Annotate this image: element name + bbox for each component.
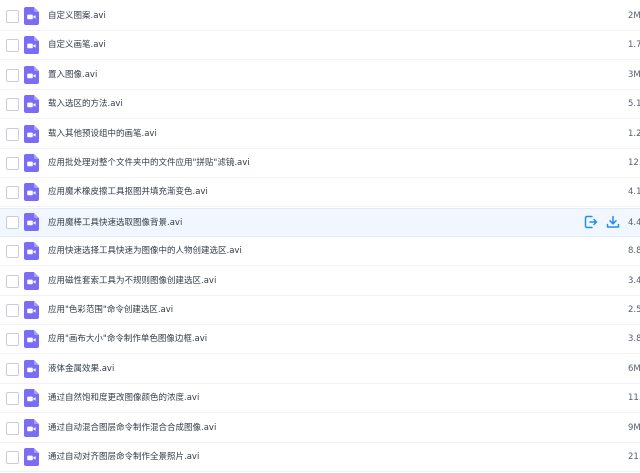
video-file-icon <box>24 448 39 466</box>
file-row[interactable]: 应用磁性套索工具为不规则图像创建选区.avi 3.4 <box>0 266 640 296</box>
file-name[interactable]: 自定义画笔.avi <box>48 31 106 60</box>
file-row[interactable]: 应用"画布大小"命令制作单色图像边框.avi 3.8 <box>0 325 640 355</box>
video-file-icon <box>24 359 39 378</box>
file-name[interactable]: 应用磁性套索工具为不规则图像创建选区.avi <box>48 267 216 296</box>
video-file-icon <box>24 95 39 114</box>
file-size: 1.7 <box>628 40 640 51</box>
file-name[interactable]: 应用"画布大小"命令制作单色图像边框.avi <box>48 325 207 354</box>
file-name[interactable]: 通过自然饱和度更改图像颜色的浓度.avi <box>48 384 199 413</box>
file-name[interactable]: 自定义图案.avi <box>48 2 106 31</box>
file-size: 3.8 <box>628 334 640 345</box>
video-file-icon <box>24 183 39 202</box>
row-checkbox[interactable] <box>6 333 19 347</box>
file-size: 8.8 <box>628 246 640 257</box>
file-size: 3M <box>628 69 640 80</box>
file-row[interactable]: 载入其他预设组中的画笔.avi 1.2 <box>0 119 640 149</box>
video-file-icon <box>24 389 39 408</box>
file-row[interactable]: 通过自动对齐图层命令制作全景照片.avi 21. <box>0 443 640 472</box>
file-name[interactable]: 应用批处理对整个文件夹中的文件应用"拼贴"滤镜.avi <box>48 149 250 178</box>
row-checkbox[interactable] <box>6 245 19 259</box>
file-size: 5.1 <box>628 99 640 110</box>
video-file-icon <box>24 242 39 261</box>
row-checkbox[interactable] <box>6 392 19 406</box>
file-row[interactable]: 液体金属效果.avi 6M <box>0 354 640 384</box>
file-name[interactable]: 载入其他预设组中的画笔.avi <box>48 120 157 149</box>
video-file-icon <box>24 124 39 143</box>
file-name[interactable]: 通过自动混合图层命令制作混合合成图像.avi <box>48 414 216 443</box>
file-name[interactable]: 应用快速选择工具快速为图像中的人物创建选区.avi <box>48 237 242 266</box>
video-file-icon <box>24 213 39 232</box>
row-checkbox[interactable] <box>6 451 19 464</box>
file-size: 9M <box>628 422 640 433</box>
file-size: 21. <box>628 452 640 462</box>
row-checkbox[interactable] <box>6 362 19 376</box>
row-checkbox[interactable] <box>6 127 19 141</box>
file-row[interactable]: 置入图像.avi 3M <box>0 60 640 90</box>
video-file-icon <box>24 7 39 25</box>
file-row[interactable]: 应用快速选择工具快速为图像中的人物创建选区.avi 8.8 <box>0 237 640 267</box>
row-checkbox[interactable] <box>6 98 19 112</box>
file-size: 4.1 <box>628 187 640 198</box>
file-name[interactable]: 应用"色彩范围"命令创建选区.avi <box>48 296 173 325</box>
share-icon[interactable] <box>584 215 598 229</box>
file-name[interactable]: 通过自动对齐图层命令制作全景照片.avi <box>48 443 199 472</box>
row-checkbox[interactable] <box>6 157 19 170</box>
file-row[interactable]: 自定义图案.avi 2M <box>0 2 640 31</box>
file-size: 11. <box>628 393 640 404</box>
file-row[interactable]: 应用魔术橡皮擦工具抠图并填充渐变色.avi 4.1 <box>0 178 640 208</box>
file-row[interactable]: 应用魔棒工具快速选取图像背景.avi 4.4 <box>0 207 640 238</box>
file-size: 6M <box>628 363 640 374</box>
file-name[interactable]: 载入选区的方法.avi <box>48 90 123 119</box>
row-checkbox[interactable] <box>6 216 19 230</box>
file-row[interactable]: 应用"色彩范围"命令创建选区.avi 2.5 <box>0 296 640 325</box>
row-checkbox[interactable] <box>6 304 19 317</box>
file-size: 4.4 <box>628 217 640 228</box>
file-size: 2M <box>628 11 640 21</box>
row-checkbox[interactable] <box>6 10 19 23</box>
file-size: 1.2 <box>628 128 640 139</box>
row-checkbox[interactable] <box>6 421 19 435</box>
row-checkbox[interactable] <box>6 68 19 82</box>
file-row[interactable]: 通过自然饱和度更改图像颜色的浓度.avi 11. <box>0 384 640 414</box>
file-row[interactable]: 载入选区的方法.avi 5.1 <box>0 90 640 120</box>
file-size: 2.5 <box>628 305 640 315</box>
download-icon[interactable] <box>606 215 620 229</box>
row-checkbox[interactable] <box>6 39 19 53</box>
file-size: 12. <box>628 158 640 168</box>
video-file-icon <box>24 36 39 55</box>
file-name[interactable]: 应用魔术橡皮擦工具抠图并填充渐变色.avi <box>48 178 208 207</box>
file-name[interactable]: 置入图像.avi <box>48 61 97 90</box>
video-file-icon <box>24 301 39 319</box>
video-file-icon <box>24 271 39 290</box>
video-file-icon <box>24 418 39 437</box>
file-row[interactable]: 自定义画笔.avi 1.7 <box>0 31 640 61</box>
file-name[interactable]: 液体金属效果.avi <box>48 355 114 384</box>
row-checkbox[interactable] <box>6 186 19 200</box>
file-size: 3.4 <box>628 275 640 286</box>
file-name[interactable]: 应用魔棒工具快速选取图像背景.avi <box>48 209 182 238</box>
video-file-icon <box>24 330 39 349</box>
file-row[interactable]: 应用批处理对整个文件夹中的文件应用"拼贴"滤镜.avi 12. <box>0 149 640 178</box>
file-list: 自定义图案.avi 2M 自定义画笔.avi 1.7 置入图像.avi 3M 载… <box>0 0 640 473</box>
video-file-icon <box>24 65 39 84</box>
row-checkbox[interactable] <box>6 274 19 288</box>
video-file-icon <box>24 154 39 172</box>
file-row[interactable]: 通过自动混合图层命令制作混合合成图像.avi 9M <box>0 413 640 443</box>
